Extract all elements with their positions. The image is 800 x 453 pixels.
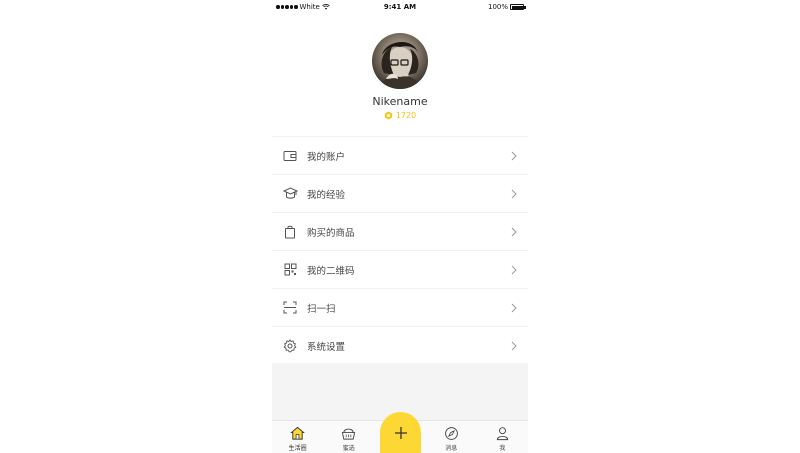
chevron-right-icon bbox=[511, 265, 517, 274]
tab-label: 消息 bbox=[445, 445, 458, 452]
avatar[interactable] bbox=[372, 33, 428, 89]
menu-list: 我的账户 我的经验 购买的商品 我的二维码 扫一扫 系统设置 bbox=[272, 136, 528, 365]
graduation-cap-icon bbox=[282, 186, 298, 202]
tab-label: 我 bbox=[499, 445, 506, 452]
carrier-name: White bbox=[299, 3, 320, 11]
tab-me[interactable]: 我 bbox=[477, 421, 528, 453]
wifi-icon bbox=[322, 4, 330, 10]
tab-selection[interactable]: 蜜选 bbox=[323, 421, 374, 453]
avatar-photo bbox=[380, 41, 420, 89]
honeycomb-icon bbox=[384, 111, 392, 120]
basket-icon bbox=[342, 428, 356, 440]
gear-icon bbox=[282, 338, 298, 354]
scan-icon bbox=[282, 300, 298, 316]
points-value: 1720 bbox=[395, 111, 417, 120]
points-badge: 1720 bbox=[272, 111, 528, 120]
menu-item-label: 扫一扫 bbox=[307, 303, 336, 315]
tab-label: 生活圈 bbox=[288, 445, 307, 452]
menu-item-label: 我的账户 bbox=[307, 151, 346, 163]
menu-item-scan[interactable]: 扫一扫 bbox=[272, 289, 528, 327]
menu-item-experience[interactable]: 我的经验 bbox=[272, 175, 528, 213]
wallet-icon bbox=[282, 148, 298, 164]
plus-icon bbox=[394, 426, 407, 439]
battery-icon bbox=[510, 4, 526, 10]
carrier-signal: White bbox=[276, 3, 366, 11]
person-icon bbox=[496, 427, 509, 441]
battery-percent: 100% bbox=[487, 3, 508, 11]
chevron-right-icon bbox=[511, 341, 517, 350]
tab-messages[interactable]: 消息 bbox=[426, 421, 477, 453]
status-bar: White 9:41 AM 100% bbox=[272, 0, 528, 14]
home-icon bbox=[290, 426, 305, 440]
signal-icon bbox=[276, 5, 298, 9]
compass-icon bbox=[444, 427, 458, 440]
shopping-bag-icon bbox=[282, 224, 298, 240]
qr-code-icon bbox=[282, 262, 298, 278]
chevron-right-icon bbox=[511, 189, 517, 198]
menu-item-qrcode[interactable]: 我的二维码 bbox=[272, 251, 528, 289]
status-time: 9:41 AM bbox=[383, 3, 417, 11]
menu-item-settings[interactable]: 系统设置 bbox=[272, 327, 528, 365]
nickname: Nikename bbox=[372, 95, 428, 108]
menu-item-account[interactable]: 我的账户 bbox=[272, 137, 528, 175]
chevron-right-icon bbox=[511, 303, 517, 312]
menu-item-label: 系统设置 bbox=[307, 341, 346, 353]
phone-screen: White 9:41 AM 100% Nikename 1720 我的账户 我的… bbox=[272, 0, 528, 453]
add-button[interactable] bbox=[380, 412, 421, 453]
menu-item-label: 购买的商品 bbox=[307, 227, 355, 239]
tab-life-circle[interactable]: 生活圈 bbox=[272, 421, 323, 453]
chevron-right-icon bbox=[511, 151, 517, 160]
menu-item-purchases[interactable]: 购买的商品 bbox=[272, 213, 528, 251]
chevron-right-icon bbox=[511, 227, 517, 236]
menu-item-label: 我的经验 bbox=[307, 189, 346, 201]
tab-label: 蜜选 bbox=[342, 445, 355, 452]
menu-item-label: 我的二维码 bbox=[307, 265, 355, 277]
